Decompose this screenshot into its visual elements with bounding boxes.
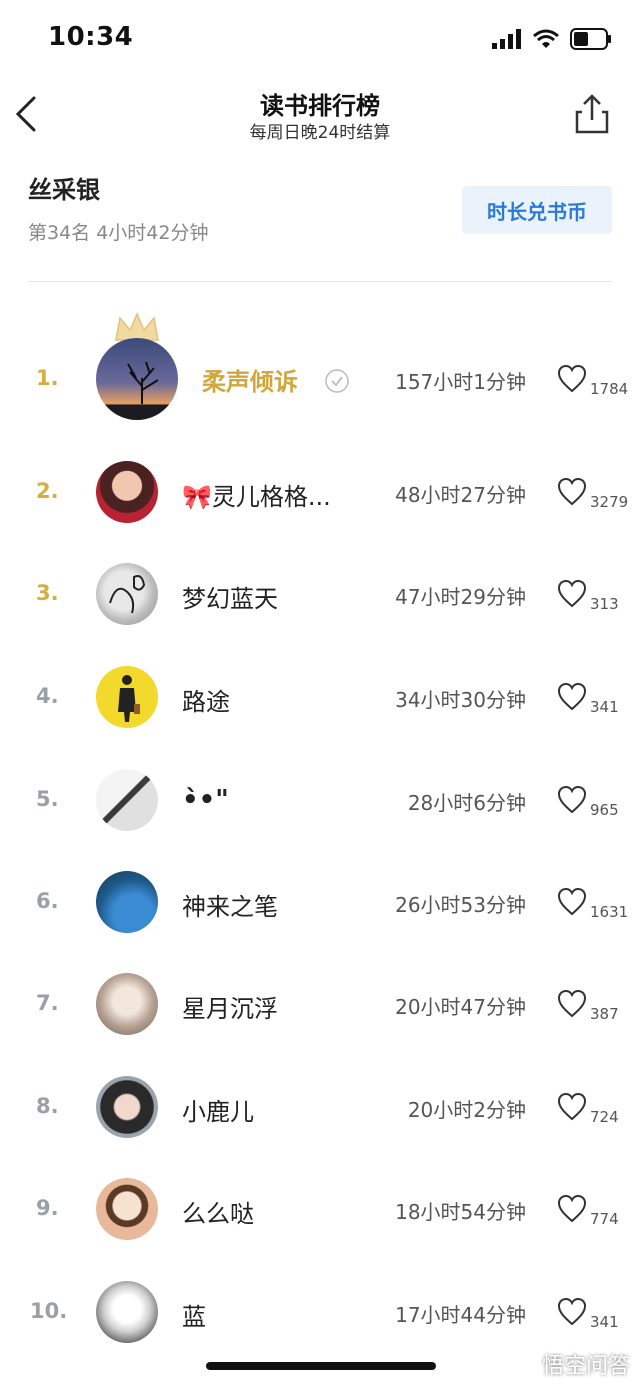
reading-duration: 26小时53分钟 bbox=[395, 893, 526, 917]
like-count: 965 bbox=[590, 801, 619, 819]
avatar[interactable] bbox=[96, 871, 158, 933]
sketch-figure-icon bbox=[109, 575, 146, 614]
user-name: 星月沉浮 bbox=[182, 995, 278, 1023]
battery-icon bbox=[570, 28, 611, 50]
like-count: 724 bbox=[590, 1108, 619, 1126]
heart-icon[interactable] bbox=[556, 682, 588, 712]
home-indicator[interactable] bbox=[206, 1362, 436, 1370]
heart-icon[interactable] bbox=[556, 364, 588, 394]
person-figure-icon bbox=[118, 675, 140, 722]
reading-duration: 20小时47分钟 bbox=[395, 995, 526, 1019]
rank-number: 2. bbox=[36, 479, 59, 503]
like-count: 774 bbox=[590, 1210, 619, 1228]
status-time: 10:34 bbox=[48, 22, 134, 52]
user-name: 么么哒 bbox=[182, 1200, 254, 1228]
user-name: 神来之笔 bbox=[182, 893, 278, 921]
rank-number: 10. bbox=[30, 1299, 68, 1323]
heart-icon[interactable] bbox=[556, 887, 588, 917]
heart-icon[interactable] bbox=[556, 1297, 588, 1327]
user-name: 小鹿儿 bbox=[182, 1098, 254, 1126]
page-title: 读书排行榜 bbox=[260, 92, 380, 120]
avatar[interactable] bbox=[96, 461, 158, 523]
like-count: 1631 bbox=[590, 903, 629, 921]
rank-number: 6. bbox=[36, 889, 59, 913]
ranking-row[interactable]: 7. 星月沉浮 20小时47分钟 387 bbox=[0, 953, 640, 1053]
rank-number: 5. bbox=[36, 787, 59, 811]
ranking-row[interactable]: 5. •̀•" 28小时6分钟 965 bbox=[0, 749, 640, 849]
watermark: 悟空问答 bbox=[542, 1348, 630, 1380]
rank-number: 4. bbox=[36, 684, 59, 708]
like-count: 341 bbox=[590, 698, 619, 716]
user-name: 路途 bbox=[182, 688, 230, 716]
heart-icon[interactable] bbox=[556, 477, 588, 507]
reading-duration: 157小时1分钟 bbox=[395, 370, 526, 394]
status-icons bbox=[492, 28, 612, 50]
avatar[interactable] bbox=[96, 769, 158, 831]
heart-icon[interactable] bbox=[556, 785, 588, 815]
heart-icon[interactable] bbox=[556, 989, 588, 1019]
reading-duration: 18小时54分钟 bbox=[395, 1200, 526, 1224]
reading-duration: 48小时27分钟 bbox=[395, 483, 526, 507]
rank-number: 8. bbox=[36, 1094, 59, 1118]
user-name: 🎀灵儿格格... bbox=[182, 483, 331, 511]
divider bbox=[28, 281, 612, 282]
verified-icon bbox=[325, 369, 349, 393]
ranking-row[interactable]: 8. 小鹿儿 20小时2分钟 724 bbox=[0, 1056, 640, 1156]
reading-duration: 28小时6分钟 bbox=[407, 791, 526, 815]
ranking-row[interactable]: 6. 神来之笔 26小时53分钟 1631 bbox=[0, 851, 640, 951]
avatar[interactable] bbox=[96, 666, 158, 728]
like-count: 313 bbox=[590, 595, 619, 613]
share-icon[interactable] bbox=[574, 92, 610, 136]
avatar[interactable] bbox=[96, 973, 158, 1035]
rank-number: 3. bbox=[36, 581, 59, 605]
avatar[interactable] bbox=[96, 1076, 158, 1138]
ranking-row[interactable]: 10. 蓝 17小时44分钟 341 bbox=[0, 1261, 640, 1361]
page-subtitle: 每周日晚24时结算 bbox=[249, 123, 391, 143]
heart-icon[interactable] bbox=[556, 1092, 588, 1122]
tree-silhouette-icon bbox=[127, 361, 159, 404]
avatar[interactable] bbox=[96, 563, 158, 625]
wifi-icon bbox=[533, 29, 559, 48]
avatar[interactable] bbox=[96, 1178, 158, 1240]
ranking-row[interactable]: 9. 么么哒 18小时54分钟 774 bbox=[0, 1158, 640, 1258]
reading-duration: 47小时29分钟 bbox=[395, 585, 526, 609]
heart-icon[interactable] bbox=[556, 579, 588, 609]
like-count: 1784 bbox=[590, 380, 629, 398]
status-bar: 10:34 bbox=[0, 0, 640, 70]
user-name: 蓝 bbox=[182, 1303, 206, 1331]
my-name: 丝采银 bbox=[28, 176, 100, 204]
user-name: 梦幻蓝天 bbox=[182, 585, 278, 613]
ranking-row[interactable]: 3. 梦幻蓝天 47小时29分钟 313 bbox=[0, 543, 640, 643]
my-rank-info: 第34名 4小时42分钟 bbox=[28, 222, 209, 244]
ranking-row[interactable]: 4. 路途 34小时30分钟 341 bbox=[0, 646, 640, 746]
avatar[interactable] bbox=[96, 1281, 158, 1343]
ranking-row[interactable]: 2. 🎀灵儿格格... 48小时27分钟 3279 bbox=[0, 441, 640, 541]
user-name: •̀•" bbox=[182, 785, 229, 815]
reading-duration: 17小时44分钟 bbox=[395, 1303, 526, 1327]
rank-number: 9. bbox=[36, 1196, 59, 1220]
rank-number: 7. bbox=[36, 991, 59, 1015]
reading-duration: 34小时30分钟 bbox=[395, 688, 526, 712]
like-count: 3279 bbox=[590, 493, 629, 511]
exchange-coins-button[interactable]: 时长兑书币 bbox=[462, 186, 612, 234]
nav-bar: 读书排行榜 每周日晚24时结算 bbox=[0, 80, 640, 150]
like-count: 341 bbox=[590, 1313, 619, 1331]
heart-icon[interactable] bbox=[556, 1194, 588, 1224]
signal-icon bbox=[492, 29, 521, 49]
watermark-text: 悟空问答 bbox=[541, 1354, 630, 1379]
like-count: 387 bbox=[590, 1005, 619, 1023]
user-name: 柔声倾诉 bbox=[202, 368, 298, 396]
reading-duration: 20小时2分钟 bbox=[407, 1098, 526, 1122]
rank-number: 1. bbox=[36, 366, 59, 390]
avatar[interactable] bbox=[96, 338, 178, 420]
ranking-row[interactable]: 1. 柔声倾诉 157小时1分钟 1784 bbox=[0, 330, 640, 430]
